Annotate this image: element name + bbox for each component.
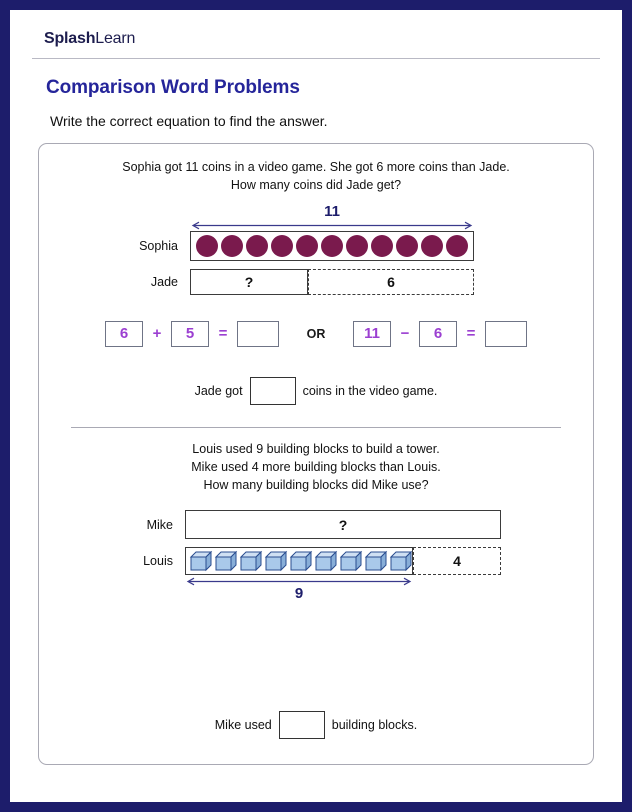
problem-1-answer-input[interactable] [249, 376, 296, 405]
problem-1-equations: 6 + 5 = OR 11 − 6 = [57, 320, 575, 347]
equation-left-equals: = [218, 325, 228, 343]
problem-2-text-line-1: Louis used 9 building blocks to build a … [192, 441, 440, 456]
equation-right: 11 − 6 = [353, 320, 527, 347]
logo-text-light: Learn [95, 30, 136, 47]
cube-block-icon [289, 550, 313, 572]
problem-2-mike-bar-wrap: ? [185, 510, 501, 540]
equation-right-equals: = [466, 325, 476, 343]
problem-1-jade-difference-box: 6 [308, 268, 474, 295]
coin-counter-icon [221, 234, 244, 257]
coin-counter-icon [395, 234, 418, 257]
cube-block-icon [264, 550, 288, 572]
coin-counter-icon [246, 234, 269, 257]
problem-1-total-arrow-row: 11 [116, 204, 516, 230]
problem-divider [71, 426, 561, 428]
problem-1-row-jade: Jade ? 6 [116, 268, 516, 295]
splashlearn-logo: SplashLearn [44, 30, 588, 48]
page-title: Comparison Word Problems [46, 77, 300, 98]
equation-right-operator: − [400, 325, 410, 343]
problem-1-jade-bar-wrap: ? 6 [190, 268, 474, 295]
coin-counter-icon [420, 234, 443, 257]
coin-counter-icon [320, 234, 343, 257]
problem-2-mike-unknown-box: ? [185, 510, 501, 540]
problem-2-louis-bar [185, 547, 413, 576]
problem-2-row-mike-label: Mike [146, 517, 173, 532]
coin-counter-icon [196, 234, 219, 257]
equation-right-term-2[interactable]: 6 [419, 320, 457, 347]
problem-2-total-arrow-row: 9 [111, 577, 521, 603]
problem-1-row-jade-label: Jade [150, 274, 178, 289]
coin-counter-icon [271, 234, 294, 257]
coin-counter-icon [345, 234, 368, 257]
problem-2-louis-difference-box: 4 [413, 547, 501, 576]
problem-1-text-line-2: How many coins did Jade get? [230, 178, 402, 193]
problem-2-total-arrow: 9 [185, 577, 413, 603]
problem-2-answer-suffix: building blocks. [331, 717, 418, 732]
problem-2-bar-model: Mike ? Louis 4 9 [111, 510, 521, 603]
cube-block-icon [389, 550, 413, 572]
problem-2-text-line-3: How many building blocks did Mike use? [203, 478, 429, 492]
problem-1-total-arrow: 11 [190, 204, 474, 230]
coin-counter-icon [445, 234, 468, 257]
cube-block-icon [214, 550, 238, 572]
problem-1-jade-unknown-box: ? [190, 268, 308, 295]
problem-2-row-mike: Mike ? [111, 510, 521, 540]
problem-2-text: Louis used 9 building blocks to build a … [57, 440, 575, 494]
coin-counter-icon [296, 234, 319, 257]
equation-left: 6 + 5 = [105, 320, 279, 347]
cube-block-icon [239, 550, 263, 572]
coin-counter-icon [370, 234, 393, 257]
problem-1-sophia-bar [190, 230, 474, 261]
problem-1-answer-suffix: coins in the video game. [302, 383, 438, 398]
problem-2-row-louis-label: Louis [143, 554, 173, 569]
problem-2-louis-counters [186, 548, 413, 574]
cube-block-icon [364, 550, 388, 572]
equation-right-answer-input[interactable] [485, 320, 527, 347]
problem-2-text-line-2: Mike used 4 more building blocks than Lo… [191, 459, 441, 474]
problem-1-row-sophia-label: Sophia [139, 238, 178, 253]
problem-1-text: Sophia got 11 coins in a video game. She… [57, 158, 575, 194]
problem-1-bar-model: 11 Sophia Jade ? 6 [116, 204, 516, 295]
problem-2-answer-sentence: Mike used building blocks. [57, 710, 575, 739]
brand-header: SplashLearn [32, 24, 600, 59]
problem-2-answer-input[interactable] [278, 710, 325, 739]
equation-left-term-1[interactable]: 6 [105, 320, 143, 347]
equation-right-term-1[interactable]: 11 [353, 320, 391, 347]
worksheet-page: SplashLearn Comparison Word Problems Wri… [0, 0, 632, 812]
problem-2: Louis used 9 building blocks to build a … [57, 440, 575, 739]
problem-1-total-label: 11 [324, 203, 340, 221]
problem-2-row-louis: Louis 4 [111, 547, 521, 576]
worksheet-sheet: SplashLearn Comparison Word Problems Wri… [10, 10, 622, 802]
problem-1-answer-prefix: Jade got [194, 383, 243, 398]
problem-1-answer-sentence: Jade got coins in the video game. [57, 376, 575, 405]
problem-1-sophia-bar-wrap [190, 230, 474, 261]
equation-left-answer-input[interactable] [237, 320, 279, 347]
cube-block-icon [314, 550, 338, 572]
logo-text-bold: Splash [44, 30, 96, 47]
page-instruction: Write the correct equation to find the a… [50, 113, 328, 129]
problem-2-louis-bar-wrap: 4 [185, 547, 501, 576]
equation-left-operator: + [152, 325, 162, 343]
cube-block-icon [189, 550, 213, 572]
problem-1: Sophia got 11 coins in a video game. She… [57, 158, 575, 405]
problem-2-total-label: 9 [294, 585, 304, 603]
problem-1-sophia-counters [191, 232, 473, 260]
equations-or-label: OR [306, 326, 326, 341]
problem-1-row-sophia: Sophia [116, 230, 516, 261]
cube-block-icon [339, 550, 363, 572]
double-arrow-icon [191, 221, 473, 230]
worksheet-card: Sophia got 11 coins in a video game. She… [38, 143, 594, 765]
problem-2-answer-prefix: Mike used [214, 717, 272, 732]
equation-left-term-2[interactable]: 5 [171, 320, 209, 347]
problem-1-text-line-1: Sophia got 11 coins in a video game. She… [122, 160, 510, 174]
